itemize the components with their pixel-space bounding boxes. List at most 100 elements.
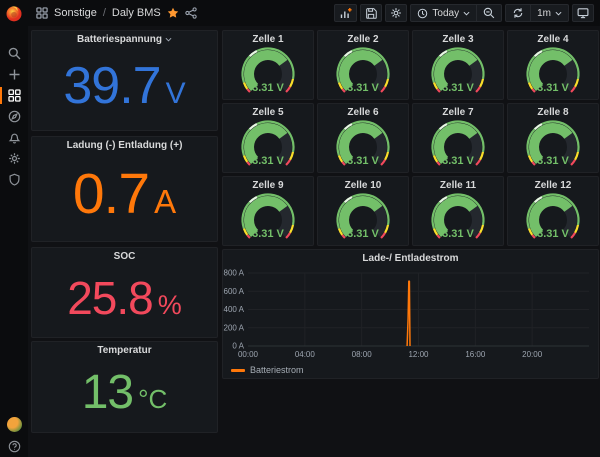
svg-text:16:00: 16:00	[465, 350, 486, 359]
sidebar-item-create[interactable]	[0, 64, 28, 85]
star-icon	[167, 7, 179, 19]
svg-text:0.600 A: 0.600 A	[223, 287, 245, 296]
tv-mode-button[interactable]	[572, 4, 594, 22]
gauge-value: 3.31 V	[223, 82, 313, 94]
gauge-value: 3.31 V	[413, 155, 503, 167]
svg-text:0.400 A: 0.400 A	[223, 305, 245, 314]
favorite-star-button[interactable]	[167, 7, 179, 19]
gauge-panel-zelle-12: Zelle 12 3.31 V	[507, 176, 599, 246]
settings-icon	[8, 152, 21, 165]
gauge-panel-zelle-8: Zelle 8 3.31 V	[507, 103, 599, 173]
zoom-out-icon	[483, 7, 495, 19]
stat-value: 25.8 %	[32, 264, 217, 333]
gauge-value: 3.31 V	[413, 82, 503, 94]
sidebar-bottom	[0, 417, 28, 453]
refresh-button[interactable]	[506, 5, 530, 21]
gauge-value: 3.31 V	[413, 228, 503, 240]
svg-text:12:00: 12:00	[408, 350, 429, 359]
gear-icon	[390, 7, 402, 19]
gauge-panel-zelle-7: Zelle 7 3.31 V	[412, 103, 504, 173]
search-icon	[8, 47, 21, 60]
timeseries-panel-lade-entladestrom: Lade-/ Entladestrom 0 A0.200 A0.400 A0.6…	[222, 249, 599, 379]
stat-value: 39.7 V	[32, 47, 217, 126]
gauge-panel-zelle-6: Zelle 6 3.31 V	[317, 103, 409, 173]
panel-title[interactable]: SOC	[32, 248, 217, 264]
sidebar-item-help[interactable]	[8, 440, 21, 453]
panel-menu-caret-icon	[165, 37, 172, 42]
share-icon	[185, 7, 197, 19]
sidebar-item-search[interactable]	[0, 43, 28, 64]
time-picker: Today	[410, 4, 502, 22]
caret-down-icon	[463, 11, 470, 16]
gauge-panel-zelle-5: Zelle 5 3.31 V	[222, 103, 314, 173]
breadcrumb-folder[interactable]: Sonstige	[54, 7, 97, 19]
timeseries-chart[interactable]: 0 A0.200 A0.400 A0.600 A0.800 A00:0004:0…	[223, 266, 598, 362]
alerting-icon	[8, 131, 21, 144]
grafana-app: Sonstige / Daly BMS Today	[0, 0, 600, 457]
sidebar-item-explore[interactable]	[0, 106, 28, 127]
monitor-icon	[577, 7, 589, 19]
share-dashboard-button[interactable]	[185, 7, 197, 19]
refresh-picker: 1m	[505, 4, 569, 22]
stat-number: 39.7	[63, 63, 160, 110]
stat-unit: °C	[138, 386, 167, 412]
sidebar-item-configuration[interactable]	[0, 148, 28, 169]
gauge-panel-zelle-2: Zelle 2 3.31 V	[317, 30, 409, 100]
navbar-actions: Today 1m	[334, 4, 600, 22]
add-panel-button[interactable]	[334, 4, 357, 22]
refresh-interval-label: 1m	[537, 8, 551, 19]
caret-down-icon	[555, 11, 562, 16]
refresh-interval-button[interactable]: 1m	[530, 5, 568, 21]
svg-text:0.200 A: 0.200 A	[223, 323, 245, 332]
breadcrumb-dashboard-title[interactable]: Daly BMS	[112, 7, 161, 19]
stat-value: 13 °C	[32, 358, 217, 428]
save-icon	[365, 7, 377, 19]
stat-panel-soc: SOC 25.8 %	[31, 247, 218, 338]
save-dashboard-button[interactable]	[360, 4, 382, 22]
dashboards-icon	[8, 89, 21, 102]
chart-legend-item[interactable]: Batteriestrom	[231, 365, 304, 375]
svg-text:08:00: 08:00	[352, 350, 373, 359]
gauge-panel-zelle-1: Zelle 1 3.31 V	[222, 30, 314, 100]
gauge-value: 3.31 V	[223, 155, 313, 167]
sidebar-item-alerting[interactable]	[0, 127, 28, 148]
stat-number: 25.8	[67, 278, 153, 319]
sidebar-item-server-admin[interactable]	[0, 169, 28, 190]
stat-unit: %	[158, 292, 182, 319]
panel-title[interactable]: Ladung (-) Entladung (+)	[32, 137, 217, 153]
breadcrumb: Sonstige / Daly BMS	[28, 7, 197, 19]
gauge-panel-zelle-11: Zelle 11 3.31 V	[412, 176, 504, 246]
gauge-value: 3.31 V	[508, 82, 598, 94]
zoom-out-button[interactable]	[476, 5, 501, 21]
grafana-logo-icon[interactable]	[4, 3, 24, 23]
stat-number: 0.7	[73, 169, 149, 220]
gauge-value: 3.31 V	[318, 82, 408, 94]
panel-title[interactable]: Temperatur	[32, 342, 217, 358]
panel-title[interactable]: Lade-/ Entladestrom	[223, 250, 598, 266]
sidebar	[0, 0, 28, 457]
shield-icon	[8, 173, 21, 186]
avatar[interactable]	[7, 417, 22, 432]
panel-title[interactable]: Batteriespannung	[32, 31, 217, 47]
clock-icon	[417, 8, 428, 19]
gauge-value: 3.31 V	[318, 228, 408, 240]
stat-unit: V	[166, 79, 186, 109]
gauge-panel-zelle-10: Zelle 10 3.31 V	[317, 176, 409, 246]
stat-unit: A	[154, 185, 176, 218]
gauge-value: 3.31 V	[508, 155, 598, 167]
top-navbar: Sonstige / Daly BMS Today	[28, 0, 600, 26]
sidebar-item-dashboards[interactable]	[0, 85, 28, 106]
svg-text:00:00: 00:00	[238, 350, 259, 359]
svg-text:04:00: 04:00	[295, 350, 316, 359]
stat-panel-temperatur: Temperatur 13 °C	[31, 341, 218, 433]
stat-panel-ladung-entladung: Ladung (-) Entladung (+) 0.7 A	[31, 136, 218, 242]
dashboard-settings-button[interactable]	[385, 4, 407, 22]
time-range-button[interactable]: Today	[411, 5, 476, 21]
svg-text:20:00: 20:00	[522, 350, 543, 359]
explore-icon	[8, 110, 21, 123]
gauge-panel-zelle-9: Zelle 9 3.31 V	[222, 176, 314, 246]
add-panel-icon	[339, 7, 352, 20]
gauge-panel-zelle-4: Zelle 4 3.31 V	[507, 30, 599, 100]
plus-icon	[8, 68, 21, 81]
legend-series-color	[231, 369, 245, 372]
